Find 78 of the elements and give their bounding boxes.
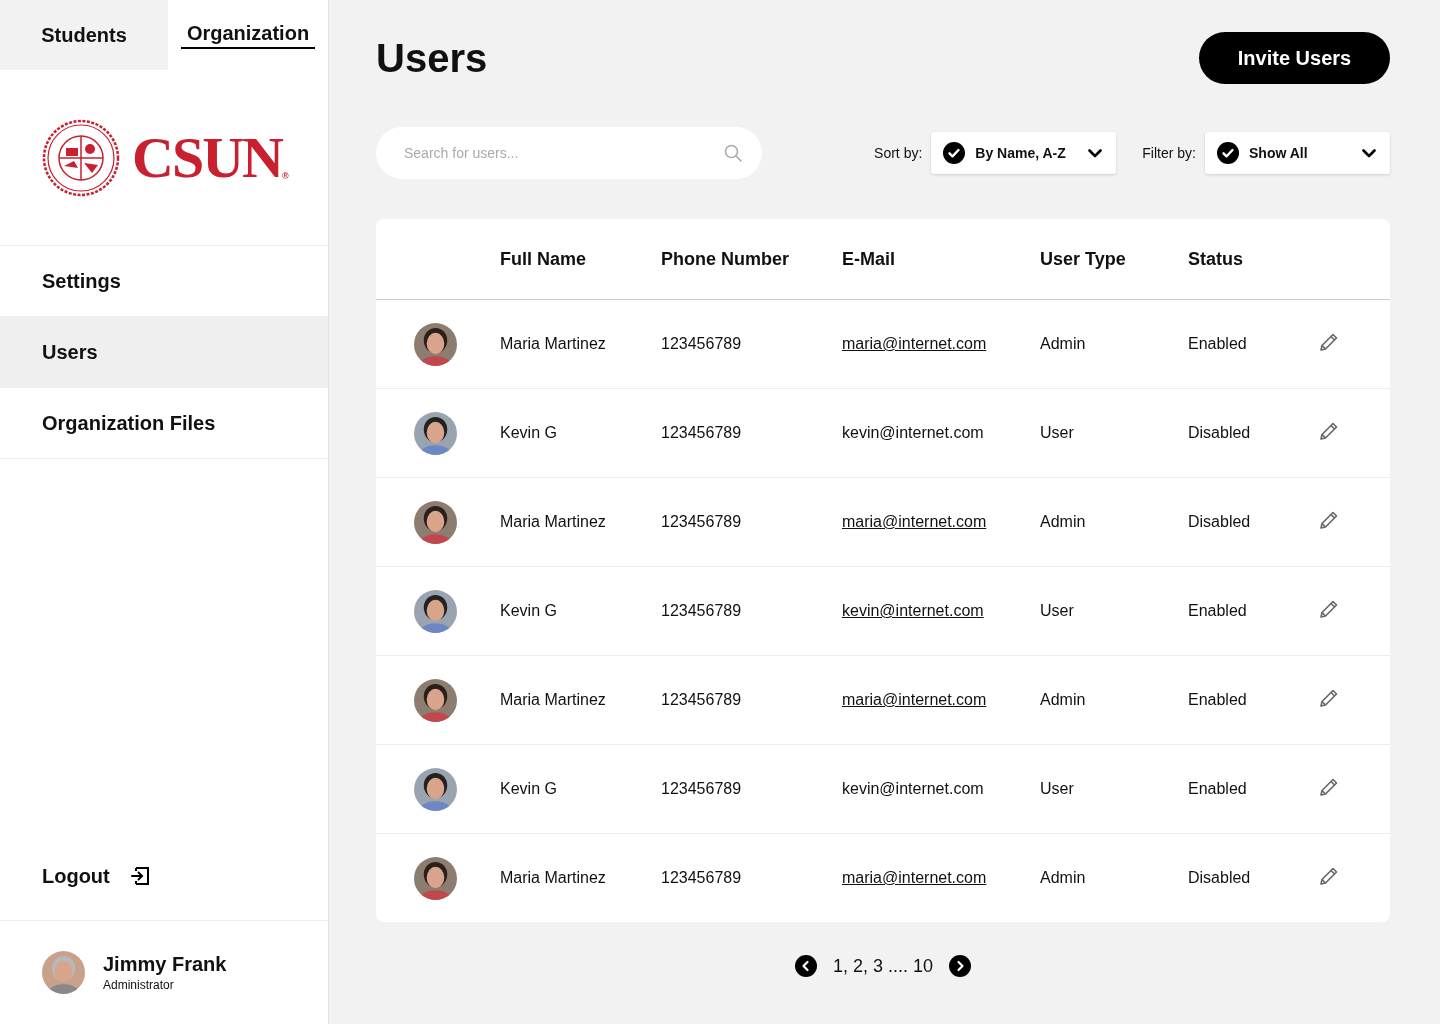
table-cell-text: Kevin G: [500, 424, 558, 442]
pencil-icon[interactable]: [1319, 332, 1339, 352]
table-cell: kevin@internet.com: [842, 424, 984, 441]
sidebar-tab[interactable]: Students: [0, 0, 168, 70]
avatar: [42, 951, 85, 994]
next-page-icon[interactable]: [949, 955, 972, 977]
seal-icon: [42, 118, 120, 197]
avatar: [414, 678, 457, 722]
chevron-down-icon: [1088, 148, 1103, 158]
search-field[interactable]: Search for users...: [376, 127, 762, 179]
table-cell-text: Enabled: [1188, 780, 1248, 798]
table-cell-text: Maria Martinez: [500, 513, 607, 531]
email-link[interactable]: maria@internet.com: [842, 335, 987, 352]
table-cell-text: 123456789: [661, 602, 743, 620]
table-cell-text: 123456789: [661, 424, 743, 442]
table-cell-text: User: [1040, 602, 1075, 620]
pencil-icon[interactable]: [1319, 599, 1339, 619]
table-cell-text: User: [1040, 780, 1075, 798]
email-link[interactable]: maria@internet.com: [842, 513, 987, 530]
search-icon: [724, 144, 742, 162]
table-cell-text: Kevin G: [500, 602, 558, 620]
table-cell-text: 123456789: [661, 513, 743, 531]
table-cell-text: 123456789: [661, 869, 743, 887]
table-cell-text: Admin: [1040, 513, 1087, 531]
email-link[interactable]: maria@internet.com: [842, 691, 987, 708]
avatar: [414, 411, 457, 455]
table-cell-text: Admin: [1040, 869, 1087, 887]
table-cell-text: Disabled: [1188, 424, 1252, 442]
pencil-icon[interactable]: [1319, 421, 1339, 441]
table-cell-text: Maria Martinez: [500, 869, 607, 887]
page-title: Users: [376, 35, 488, 81]
check-icon: [943, 142, 966, 164]
email-link[interactable]: kevin@internet.com: [842, 602, 984, 619]
table-cell-text: User: [1040, 424, 1075, 442]
column-header: Status: [1188, 248, 1244, 270]
invite-users-button[interactable]: Invite Users: [1199, 32, 1390, 84]
table-cell-text: 123456789: [661, 335, 743, 353]
previous-page-icon[interactable]: [794, 955, 817, 977]
column-header: Phone Number: [661, 248, 790, 270]
table-cell: kevin@internet.com: [842, 780, 984, 797]
avatar: [414, 589, 457, 633]
nav-item[interactable]: Organization Files: [0, 388, 328, 459]
table-cell-text: Admin: [1040, 335, 1087, 353]
pencil-icon[interactable]: [1319, 688, 1339, 708]
user-role: Administrator: [103, 978, 175, 992]
table-cell-text: Disabled: [1188, 869, 1252, 887]
pencil-icon[interactable]: [1319, 866, 1339, 886]
avatar: [414, 322, 457, 366]
table-cell-text: Enabled: [1188, 602, 1248, 620]
table-cell-text: 123456789: [661, 780, 743, 798]
logout-link[interactable]: Logout: [42, 864, 110, 888]
table-cell-text: Enabled: [1188, 335, 1248, 353]
pencil-icon[interactable]: [1319, 777, 1339, 797]
sort-label: Sort by:: [874, 145, 923, 161]
nav-item[interactable]: Users: [0, 317, 328, 388]
table-cell-text: 123456789: [661, 691, 743, 709]
avatar: [414, 500, 457, 544]
table-cell-text: Maria Martinez: [500, 691, 607, 709]
column-header: Full Name: [500, 248, 588, 270]
table-cell-text: Maria Martinez: [500, 335, 607, 353]
user-name: Jimmy Frank: [103, 953, 227, 976]
table-cell-text: Enabled: [1188, 691, 1248, 709]
column-header: User Type: [1040, 248, 1127, 270]
avatar: [414, 856, 457, 900]
table-cell-text: Disabled: [1188, 513, 1252, 531]
chevron-down-icon: [1362, 148, 1376, 158]
column-header: E-Mail: [842, 248, 896, 270]
filter-label: Filter by:: [1142, 145, 1196, 161]
email-link[interactable]: maria@internet.com: [842, 869, 987, 886]
table-cell-text: Admin: [1040, 691, 1087, 709]
filter-dropdown[interactable]: Show All: [1205, 132, 1390, 174]
page-numbers[interactable]: 1, 2, 3 .... 10: [832, 955, 934, 977]
table-cell-text: Kevin G: [500, 780, 558, 798]
pencil-icon[interactable]: [1319, 510, 1339, 530]
sort-dropdown[interactable]: By Name, A-Z: [931, 132, 1117, 174]
avatar: [414, 767, 457, 811]
logout-icon[interactable]: [129, 866, 150, 886]
check-icon: [1217, 142, 1239, 164]
